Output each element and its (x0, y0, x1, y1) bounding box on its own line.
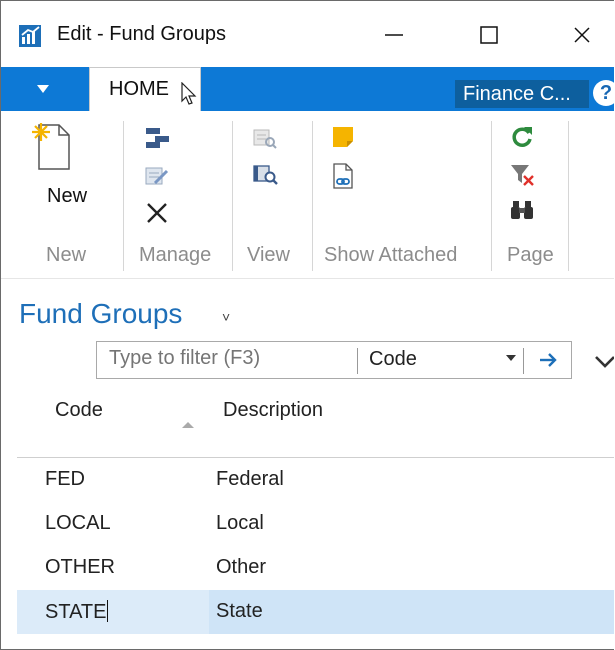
ribbon-separator (123, 121, 124, 271)
chevron-down-icon[interactable] (505, 353, 517, 363)
tab-home-label: HOME (109, 78, 169, 100)
window: Edit - Fund Groups HOME Finance C... ? N… (0, 0, 614, 650)
sort-ascending-icon (182, 422, 194, 428)
table-row-selected[interactable]: STATE State (17, 590, 614, 634)
ribbon-separator (491, 121, 492, 271)
cell-description: Local (216, 512, 264, 534)
table-row[interactable]: FED Federal (17, 458, 614, 502)
cell-code: LOCAL (45, 512, 111, 534)
group-label-new: New (46, 244, 87, 266)
edit-icon[interactable] (145, 165, 169, 187)
ribbon: New New Manage View Show Attached Page (1, 111, 614, 279)
filter-field-select[interactable]: Code (369, 348, 417, 371)
filter-bar: Code (96, 341, 572, 379)
file-tab-arrow-icon (37, 85, 49, 93)
cell-description: State (216, 600, 263, 622)
group-label-page: Page (507, 244, 554, 266)
refresh-icon[interactable] (510, 125, 534, 149)
cell-description: Federal (216, 468, 284, 490)
new-document-icon[interactable] (31, 121, 71, 171)
arrow-right-icon (540, 353, 557, 367)
view-icon[interactable] (253, 127, 277, 149)
view-list-icon[interactable] (253, 163, 279, 185)
maximize-icon (480, 26, 498, 44)
filter-divider (357, 348, 358, 374)
app-icon (19, 25, 41, 47)
minimize-icon (385, 34, 403, 36)
filter-input[interactable] (109, 347, 349, 370)
cell-code: FED (45, 468, 85, 490)
cell-code: OTHER (45, 556, 115, 578)
page-title-dropdown[interactable]: ˅ (222, 309, 230, 325)
table-row[interactable]: LOCAL Local (17, 502, 614, 546)
table-row[interactable]: OTHER Other (17, 546, 614, 590)
column-header-description[interactable]: Description (223, 399, 323, 422)
title-bar: Edit - Fund Groups (1, 1, 614, 67)
group-label-show-attached: Show Attached (324, 244, 458, 266)
group-label-manage: Manage (139, 244, 212, 266)
ribbon-tab-bar: HOME Finance C... ? (1, 67, 614, 111)
maximize-button[interactable] (469, 15, 509, 55)
clear-filter-icon[interactable] (510, 163, 536, 187)
edit-list-icon[interactable] (145, 127, 171, 149)
find-icon[interactable] (510, 199, 534, 221)
company-badge[interactable]: Finance C... (455, 80, 589, 108)
minimize-button[interactable] (374, 15, 414, 55)
new-button[interactable]: New (47, 185, 87, 208)
cell-description: Other (216, 556, 267, 578)
ribbon-separator (232, 121, 233, 271)
group-label-view: View (247, 244, 290, 266)
ribbon-separator (568, 121, 569, 271)
column-header-code[interactable]: Code (55, 399, 103, 422)
close-button[interactable] (562, 15, 602, 55)
cell-code-editing[interactable]: STATE (45, 600, 109, 624)
close-icon (574, 27, 590, 43)
notes-icon[interactable] (331, 125, 355, 149)
cell-code-text: STATE (45, 601, 107, 623)
text-caret (107, 600, 109, 622)
delete-icon[interactable] (145, 201, 169, 225)
page-title[interactable]: Fund Groups (19, 298, 182, 330)
mouse-cursor-icon (181, 82, 197, 105)
apply-filter-button[interactable] (529, 345, 567, 375)
filter-divider (523, 348, 524, 374)
ribbon-separator (312, 121, 313, 271)
file-tab[interactable] (1, 67, 85, 111)
tab-home[interactable]: HOME (89, 67, 201, 111)
window-title: Edit - Fund Groups (57, 23, 226, 45)
expand-filter-icon[interactable] (593, 349, 614, 373)
help-icon[interactable]: ? (593, 80, 614, 106)
links-icon[interactable] (331, 163, 355, 189)
